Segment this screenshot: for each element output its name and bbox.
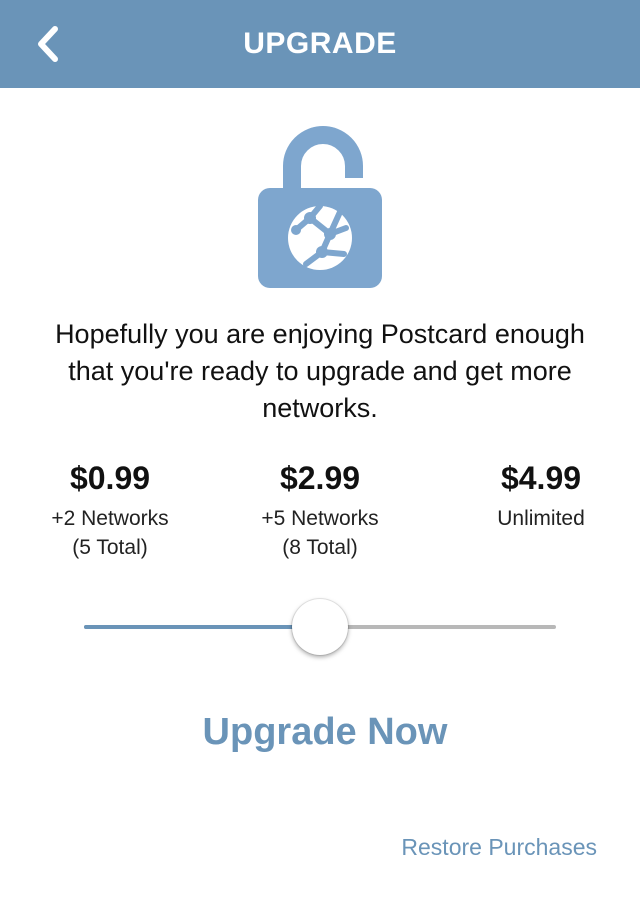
tier-networks: +5 Networks bbox=[261, 507, 379, 530]
restore-purchases-link[interactable]: Restore Purchases bbox=[401, 834, 597, 861]
back-button[interactable] bbox=[26, 18, 70, 70]
chevron-left-icon bbox=[38, 26, 58, 62]
tier-price: $0.99 bbox=[69, 460, 151, 496]
tier-networks: Unlimited bbox=[497, 507, 585, 530]
tier-total: (8 Total) bbox=[282, 536, 358, 559]
tier-option-1[interactable]: $0.99 +2 Networks (5 Total) bbox=[30, 458, 190, 562]
page-title: UPGRADE bbox=[243, 27, 397, 60]
tier-description: Unlimited bbox=[466, 504, 616, 533]
tier-option-2[interactable]: $2.99 +5 Networks (8 Total) bbox=[240, 458, 400, 562]
tier-price: $2.99 bbox=[279, 460, 361, 496]
upgrade-message: Hopefully you are enjoying Postcard enou… bbox=[55, 319, 585, 423]
slider-fill bbox=[84, 625, 320, 629]
tier-price: $4.99 bbox=[500, 460, 582, 496]
tier-networks: +2 Networks bbox=[51, 507, 169, 530]
tier-description: +2 Networks (5 Total) bbox=[30, 504, 190, 562]
tier-option-3[interactable]: $4.99 Unlimited bbox=[466, 458, 616, 533]
unlocked-padlock-globe-icon bbox=[258, 126, 382, 288]
slider-thumb[interactable] bbox=[292, 599, 348, 655]
nav-bar: UPGRADE bbox=[0, 0, 640, 88]
upgrade-now-button[interactable]: Upgrade Now bbox=[120, 702, 530, 762]
tier-total: (5 Total) bbox=[72, 536, 148, 559]
tier-description: +5 Networks (8 Total) bbox=[240, 504, 400, 562]
tier-slider[interactable] bbox=[84, 596, 556, 660]
